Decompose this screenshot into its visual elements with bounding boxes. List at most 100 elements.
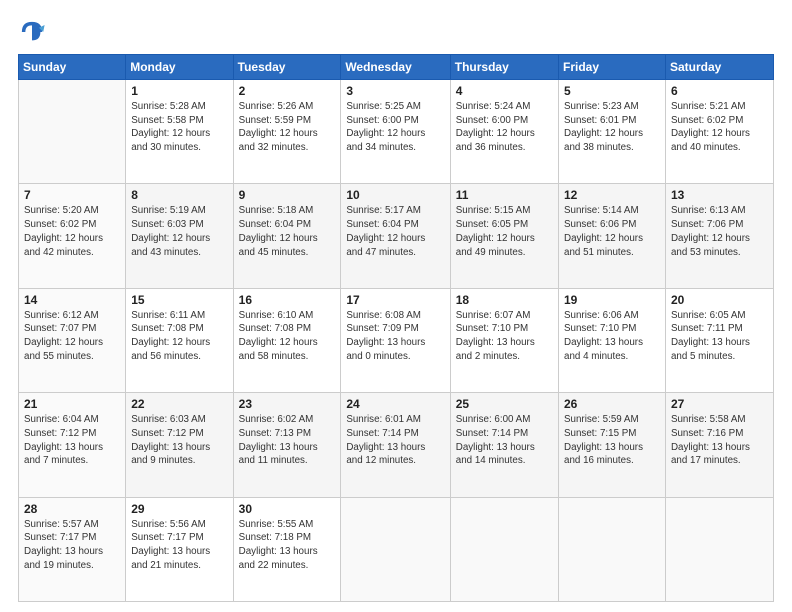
day-number: 1 — [131, 84, 227, 98]
day-info: Sunrise: 5:55 AMSunset: 7:18 PMDaylight:… — [239, 518, 336, 573]
weekday-header: Friday — [559, 55, 666, 80]
day-number: 24 — [346, 397, 444, 411]
day-number: 26 — [564, 397, 660, 411]
day-info: Sunrise: 6:13 AMSunset: 7:06 PMDaylight:… — [671, 204, 768, 259]
day-number: 6 — [671, 84, 768, 98]
day-info: Sunrise: 6:11 AMSunset: 7:08 PMDaylight:… — [131, 309, 227, 364]
calendar-cell — [450, 497, 558, 601]
calendar-cell: 4Sunrise: 5:24 AMSunset: 6:00 PMDaylight… — [450, 80, 558, 184]
day-number: 13 — [671, 188, 768, 202]
calendar-week-row: 1 Sunrise: 5:28 AMSunset: 5:58 PMDaylight… — [19, 80, 774, 184]
weekday-header: Monday — [126, 55, 233, 80]
calendar-cell: 2 Sunrise: 5:26 AMSunset: 5:59 PMDaylight… — [233, 80, 341, 184]
day-number: 28 — [24, 502, 120, 516]
day-info: Sunrise: 5:23 AMSunset: 6:01 PMDaylight:… — [564, 100, 660, 155]
calendar-cell: 28 Sunrise: 5:57 AMSunset: 7:17 PMDayligh… — [19, 497, 126, 601]
calendar-cell: 5 Sunrise: 5:23 AMSunset: 6:01 PMDaylight… — [559, 80, 666, 184]
day-info: Sunrise: 5:17 AMSunset: 6:04 PMDaylight:… — [346, 204, 444, 259]
day-number: 5 — [564, 84, 660, 98]
day-info: Sunrise: 6:08 AMSunset: 7:09 PMDaylight:… — [346, 309, 444, 364]
calendar-cell: 13 Sunrise: 6:13 AMSunset: 7:06 PMDayligh… — [665, 184, 773, 288]
calendar-cell: 6Sunrise: 5:21 AMSunset: 6:02 PMDaylight… — [665, 80, 773, 184]
day-info: Sunrise: 5:19 AMSunset: 6:03 PMDaylight:… — [131, 204, 227, 259]
day-number: 27 — [671, 397, 768, 411]
day-info: Sunrise: 5:26 AMSunset: 5:59 PMDaylight:… — [239, 100, 336, 155]
calendar-cell: 27 Sunrise: 5:58 AMSunset: 7:16 PMDayligh… — [665, 393, 773, 497]
day-number: 21 — [24, 397, 120, 411]
day-number: 14 — [24, 293, 120, 307]
day-info: Sunrise: 6:03 AMSunset: 7:12 PMDaylight:… — [131, 413, 227, 468]
logo-icon — [18, 18, 46, 46]
day-info: Sunrise: 6:07 AMSunset: 7:10 PMDaylight:… — [456, 309, 553, 364]
day-number: 15 — [131, 293, 227, 307]
calendar-cell: 30 Sunrise: 5:55 AMSunset: 7:18 PMDayligh… — [233, 497, 341, 601]
day-number: 20 — [671, 293, 768, 307]
day-number: 29 — [131, 502, 227, 516]
day-info: Sunrise: 5:14 AMSunset: 6:06 PMDaylight:… — [564, 204, 660, 259]
weekday-header: Sunday — [19, 55, 126, 80]
calendar-week-row: 14 Sunrise: 6:12 AMSunset: 7:07 PMDayligh… — [19, 288, 774, 392]
day-number: 16 — [239, 293, 336, 307]
calendar-cell — [665, 497, 773, 601]
calendar-week-row: 21 Sunrise: 6:04 AMSunset: 7:12 PMDayligh… — [19, 393, 774, 497]
day-number: 7 — [24, 188, 120, 202]
day-number: 9 — [239, 188, 336, 202]
calendar-cell: 22Sunrise: 6:03 AMSunset: 7:12 PMDayligh… — [126, 393, 233, 497]
day-info: Sunrise: 6:00 AMSunset: 7:14 PMDaylight:… — [456, 413, 553, 468]
calendar-cell: 8 Sunrise: 5:19 AMSunset: 6:03 PMDaylight… — [126, 184, 233, 288]
day-info: Sunrise: 5:18 AMSunset: 6:04 PMDaylight:… — [239, 204, 336, 259]
day-info: Sunrise: 6:05 AMSunset: 7:11 PMDaylight:… — [671, 309, 768, 364]
calendar-cell: 10Sunrise: 5:17 AMSunset: 6:04 PMDayligh… — [341, 184, 450, 288]
weekday-header: Saturday — [665, 55, 773, 80]
calendar-cell: 25Sunrise: 6:00 AMSunset: 7:14 PMDayligh… — [450, 393, 558, 497]
day-number: 12 — [564, 188, 660, 202]
day-info: Sunrise: 6:06 AMSunset: 7:10 PMDaylight:… — [564, 309, 660, 364]
calendar-cell: 26 Sunrise: 5:59 AMSunset: 7:15 PMDayligh… — [559, 393, 666, 497]
weekday-header: Tuesday — [233, 55, 341, 80]
day-number: 4 — [456, 84, 553, 98]
calendar-cell: 11 Sunrise: 5:15 AMSunset: 6:05 PMDayligh… — [450, 184, 558, 288]
day-info: Sunrise: 6:01 AMSunset: 7:14 PMDaylight:… — [346, 413, 444, 468]
calendar-week-row: 28 Sunrise: 5:57 AMSunset: 7:17 PMDayligh… — [19, 497, 774, 601]
page-header — [18, 18, 774, 46]
weekday-header: Wednesday — [341, 55, 450, 80]
calendar-header-row: SundayMondayTuesdayWednesdayThursdayFrid… — [19, 55, 774, 80]
calendar-cell: 1 Sunrise: 5:28 AMSunset: 5:58 PMDaylight… — [126, 80, 233, 184]
day-number: 8 — [131, 188, 227, 202]
day-number: 18 — [456, 293, 553, 307]
calendar-cell: 14 Sunrise: 6:12 AMSunset: 7:07 PMDayligh… — [19, 288, 126, 392]
day-info: Sunrise: 5:15 AMSunset: 6:05 PMDaylight:… — [456, 204, 553, 259]
calendar-cell: 16Sunrise: 6:10 AMSunset: 7:08 PMDayligh… — [233, 288, 341, 392]
calendar-cell: 17 Sunrise: 6:08 AMSunset: 7:09 PMDayligh… — [341, 288, 450, 392]
day-number: 19 — [564, 293, 660, 307]
calendar-cell: 12 Sunrise: 5:14 AMSunset: 6:06 PMDayligh… — [559, 184, 666, 288]
calendar-cell: 15 Sunrise: 6:11 AMSunset: 7:08 PMDayligh… — [126, 288, 233, 392]
day-number: 2 — [239, 84, 336, 98]
day-info: Sunrise: 5:57 AMSunset: 7:17 PMDaylight:… — [24, 518, 120, 573]
day-number: 3 — [346, 84, 444, 98]
calendar-cell: 9 Sunrise: 5:18 AMSunset: 6:04 PMDaylight… — [233, 184, 341, 288]
calendar-cell — [559, 497, 666, 601]
calendar-cell — [19, 80, 126, 184]
day-info: Sunrise: 6:12 AMSunset: 7:07 PMDaylight:… — [24, 309, 120, 364]
day-number: 30 — [239, 502, 336, 516]
day-number: 11 — [456, 188, 553, 202]
calendar-cell: 3 Sunrise: 5:25 AMSunset: 6:00 PMDaylight… — [341, 80, 450, 184]
calendar-week-row: 7 Sunrise: 5:20 AMSunset: 6:02 PMDaylight… — [19, 184, 774, 288]
calendar-cell: 20 Sunrise: 6:05 AMSunset: 7:11 PMDayligh… — [665, 288, 773, 392]
day-info: Sunrise: 5:56 AMSunset: 7:17 PMDaylight:… — [131, 518, 227, 573]
day-info: Sunrise: 5:59 AMSunset: 7:15 PMDaylight:… — [564, 413, 660, 468]
calendar-cell: 19 Sunrise: 6:06 AMSunset: 7:10 PMDayligh… — [559, 288, 666, 392]
calendar-cell: 24 Sunrise: 6:01 AMSunset: 7:14 PMDayligh… — [341, 393, 450, 497]
day-info: Sunrise: 5:25 AMSunset: 6:00 PMDaylight:… — [346, 100, 444, 155]
calendar-cell: 7 Sunrise: 5:20 AMSunset: 6:02 PMDaylight… — [19, 184, 126, 288]
day-number: 17 — [346, 293, 444, 307]
day-info: Sunrise: 6:04 AMSunset: 7:12 PMDaylight:… — [24, 413, 120, 468]
day-info: Sunrise: 5:28 AMSunset: 5:58 PMDaylight:… — [131, 100, 227, 155]
day-info: Sunrise: 6:02 AMSunset: 7:13 PMDaylight:… — [239, 413, 336, 468]
logo — [18, 18, 50, 46]
calendar-cell: 23Sunrise: 6:02 AMSunset: 7:13 PMDayligh… — [233, 393, 341, 497]
day-info: Sunrise: 5:58 AMSunset: 7:16 PMDaylight:… — [671, 413, 768, 468]
calendar-cell: 21 Sunrise: 6:04 AMSunset: 7:12 PMDayligh… — [19, 393, 126, 497]
day-info: Sunrise: 5:20 AMSunset: 6:02 PMDaylight:… — [24, 204, 120, 259]
